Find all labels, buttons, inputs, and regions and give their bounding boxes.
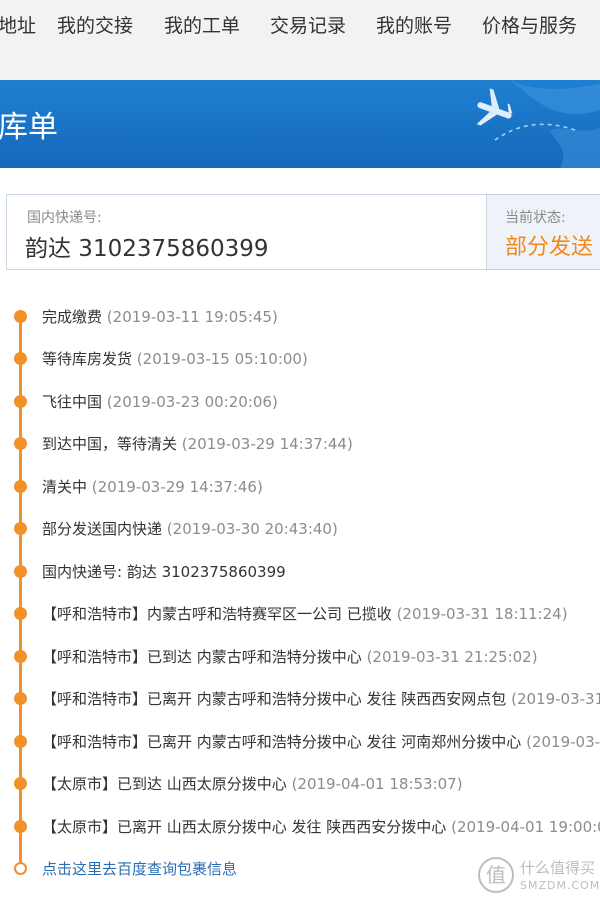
courier-number: 韵达 3102375860399	[25, 236, 269, 262]
courier-box: 国内快递号: 韵达 3102375860399	[6, 194, 486, 270]
timeline-event: 【太原市】已到达 山西太原分拨中心 (2019-04-01 18:53:07)	[0, 770, 600, 798]
event-text: 飞往中国 (2019-03-23 00:20:06)	[42, 393, 278, 411]
event-text: 部分发送国内快递 (2019-03-30 20:43:40)	[42, 520, 338, 538]
event-time: (2019-03-31 18:11:24)	[396, 605, 568, 623]
status-value: 部分发送	[505, 235, 594, 260]
timeline-dot-icon	[14, 565, 27, 578]
event-time: (2019-03-29 14:37:44)	[181, 435, 353, 453]
timeline-event: 国内快递号: 韵达 3102375860399	[0, 558, 600, 586]
event-time: (2019-04-01 18:53:07)	[291, 775, 463, 793]
status-label: 当前状态:	[505, 210, 566, 226]
event-text: 【太原市】已到达 山西太原分拨中心 (2019-04-01 18:53:07)	[42, 775, 463, 793]
timeline-event: 【呼和浩特市】已到达 内蒙古呼和浩特分拨中心 (2019-03-31 21:25…	[0, 643, 600, 671]
nav-item-address[interactable]: 地址	[0, 11, 36, 38]
watermark-en: SMZDM.COM	[520, 879, 600, 892]
timeline-dot-icon	[14, 777, 27, 790]
page-banner: 库单	[0, 80, 600, 168]
timeline-dot-icon	[14, 352, 27, 365]
courier-label: 国内快递号:	[27, 210, 102, 226]
timeline-dot-icon	[14, 310, 27, 323]
nav-item-tickets[interactable]: 我的工单	[164, 11, 240, 38]
event-time: (2019-04-01 19:00:00)	[451, 818, 600, 836]
event-time: (2019-03-23 00:20:06)	[106, 393, 278, 411]
event-text: 完成缴费 (2019-03-11 19:05:45)	[42, 308, 278, 326]
event-text: 国内快递号: 韵达 3102375860399	[42, 563, 286, 581]
event-text: 到达中国，等待清关 (2019-03-29 14:37:44)	[42, 435, 353, 453]
event-time: (2019-03-11 19:05:45)	[106, 308, 278, 326]
timeline-event: 清关中 (2019-03-29 14:37:46)	[0, 473, 600, 501]
nav-item-transactions[interactable]: 交易记录	[270, 11, 346, 38]
top-navigation: 地址 我的交接 我的工单 交易记录 我的账号 价格与服务	[0, 0, 600, 80]
status-box: 当前状态: 部分发送	[486, 194, 600, 270]
smzdm-logo-icon: 值	[478, 857, 514, 893]
timeline-dot-icon	[14, 480, 27, 493]
timeline-dot-icon	[14, 735, 27, 748]
tracking-info: 国内快递号: 韵达 3102375860399 当前状态: 部分发送	[0, 194, 600, 272]
event-time: (2019-03-31 21:25:02)	[366, 648, 538, 666]
timeline-event: 飞往中国 (2019-03-23 00:20:06)	[0, 388, 600, 416]
event-time: (2019-03-29 14:37:46)	[91, 478, 263, 496]
event-time: (2019-03-15 05:10:00)	[136, 350, 308, 368]
page-title: 库单	[0, 110, 58, 145]
event-text: 【太原市】已离开 山西太原分拨中心 发往 陕西西安分拨中心 (2019-04-0…	[42, 816, 600, 837]
timeline-dot-icon	[14, 522, 27, 535]
event-time: (2019-03-31 23:14:05)	[511, 690, 600, 708]
timeline-event: 【太原市】已离开 山西太原分拨中心 发往 陕西西安分拨中心 (2019-04-0…	[0, 813, 600, 841]
event-text: 等待库房发货 (2019-03-15 05:10:00)	[42, 350, 308, 368]
airplane-decoration-icon	[476, 80, 600, 168]
event-text: 【呼和浩特市】已离开 内蒙古呼和浩特分拨中心 发往 陕西西安网点包 (2019-…	[42, 688, 600, 709]
timeline-event: 完成缴费 (2019-03-11 19:05:45)	[0, 303, 600, 331]
timeline-dot-icon	[14, 607, 27, 620]
timeline-event: 【呼和浩特市】已离开 内蒙古呼和浩特分拨中心 发往 陕西西安网点包 (2019-…	[0, 685, 600, 713]
smzdm-watermark: 值 什么值得买 SMZDM.COM	[478, 855, 600, 899]
timeline-event: 等待库房发货 (2019-03-15 05:10:00)	[0, 345, 600, 373]
tracking-timeline: 完成缴费 (2019-03-11 19:05:45) 等待库房发货 (2019-…	[0, 272, 600, 903]
timeline-dot-icon	[14, 820, 27, 833]
timeline-event: 【呼和浩特市】内蒙古呼和浩特赛罕区一公司 已揽收 (2019-03-31 18:…	[0, 600, 600, 628]
nav-item-handover[interactable]: 我的交接	[57, 11, 133, 38]
timeline-dot-icon	[14, 692, 27, 705]
timeline-dot-icon	[14, 437, 27, 450]
baidu-query-link[interactable]: 点击这里去百度查询包裹信息	[42, 858, 237, 879]
timeline-dot-icon	[14, 650, 27, 663]
nav-item-pricing[interactable]: 价格与服务	[482, 11, 577, 38]
event-text: 【呼和浩特市】已离开 内蒙古呼和浩特分拨中心 发往 河南郑州分拨中心 (2019…	[42, 731, 600, 752]
timeline-event: 到达中国，等待清关 (2019-03-29 14:37:44)	[0, 430, 600, 458]
nav-item-account[interactable]: 我的账号	[376, 11, 452, 38]
event-text: 清关中 (2019-03-29 14:37:46)	[42, 478, 263, 496]
timeline-end-dot-icon	[14, 862, 27, 875]
event-text: 【呼和浩特市】内蒙古呼和浩特赛罕区一公司 已揽收 (2019-03-31 18:…	[42, 605, 568, 623]
watermark-cn: 什么值得买	[520, 859, 596, 877]
timeline-event: 【呼和浩特市】已离开 内蒙古呼和浩特分拨中心 发往 河南郑州分拨中心 (2019…	[0, 728, 600, 756]
timeline-event: 部分发送国内快递 (2019-03-30 20:43:40)	[0, 515, 600, 543]
spacer	[0, 168, 600, 194]
event-text: 【呼和浩特市】已到达 内蒙古呼和浩特分拨中心 (2019-03-31 21:25…	[42, 648, 538, 666]
event-time: (2019-03-30 20:43:40)	[166, 520, 338, 538]
timeline-dot-icon	[14, 395, 27, 408]
event-time: (2019-03-31 23:40:11)	[526, 733, 600, 751]
